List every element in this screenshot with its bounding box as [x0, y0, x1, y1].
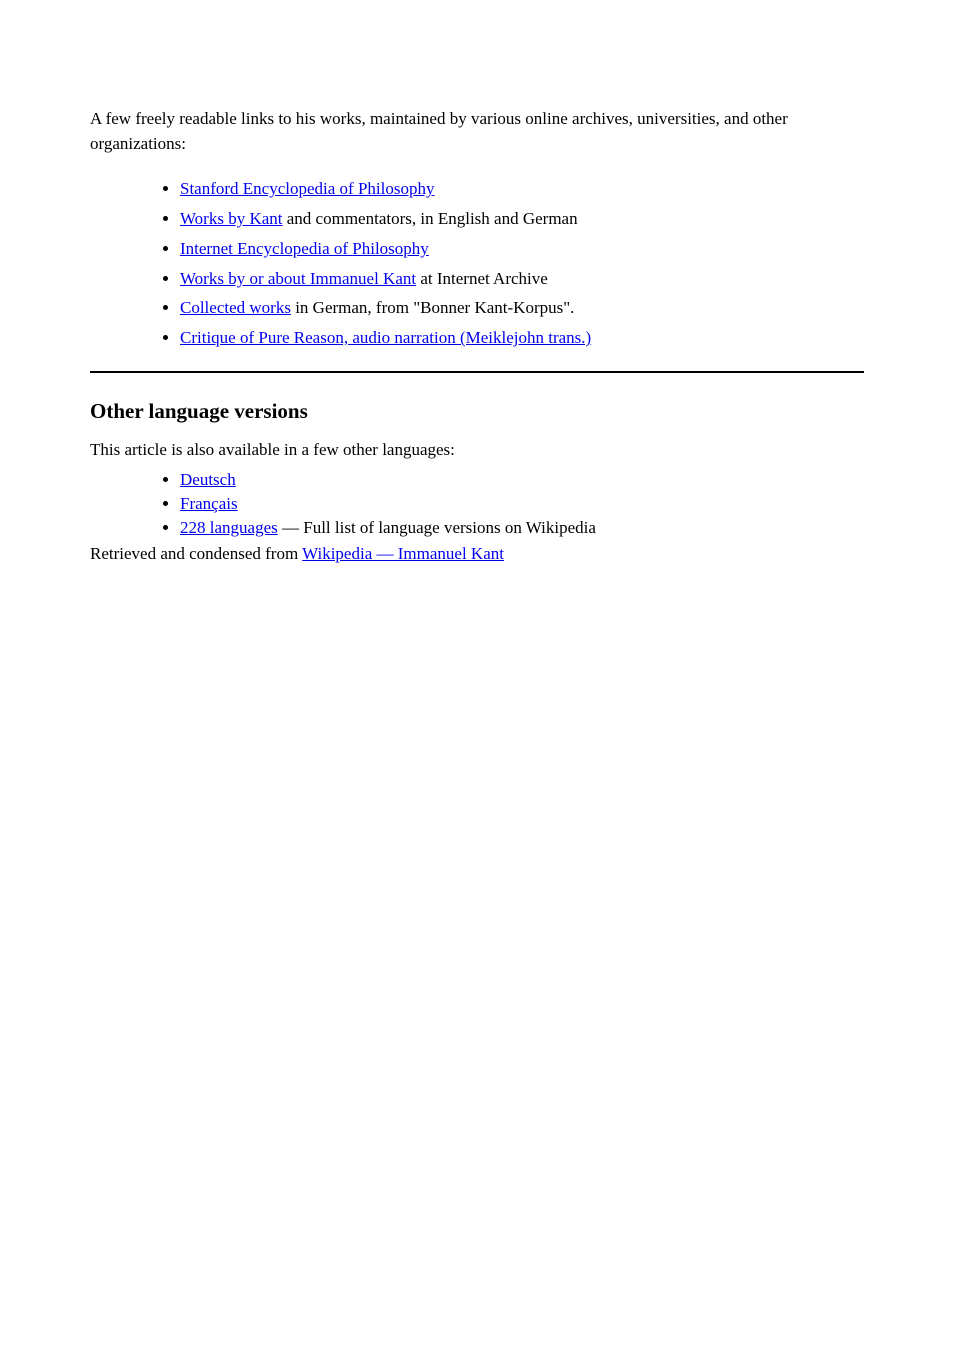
profile-link-archive[interactable]: Works by or about Immanuel Kant: [180, 269, 416, 288]
profile-link-collected-works[interactable]: Collected works: [180, 298, 291, 317]
list-item: 228 languages — Full list of language ve…: [180, 516, 864, 540]
list-item: Internet Encyclopedia of Philosophy: [180, 234, 864, 264]
language-link-de[interactable]: Deutsch: [180, 470, 236, 489]
section-divider: [90, 371, 864, 373]
list-item: Collected works in German, from "Bonner …: [180, 293, 864, 323]
section-heading-languages: Other language versions: [90, 399, 864, 424]
list-item: Works by Kant and commentators, in Engli…: [180, 204, 864, 234]
list-item: Stanford Encyclopedia of Philosophy: [180, 174, 864, 204]
retrieved-source-link[interactable]: Wikipedia — Immanuel Kant: [302, 544, 504, 563]
link-trail: in German, from "Bonner Kant-Korpus".: [291, 298, 574, 317]
list-item: Deutsch: [180, 468, 864, 492]
intro-paragraph: A few freely readable links to his works…: [90, 107, 864, 156]
retrieved-line: Retrieved and condensed from Wikipedia —…: [90, 544, 864, 564]
profile-link-iep[interactable]: Internet Encyclopedia of Philosophy: [180, 239, 429, 258]
profile-link-works-kant[interactable]: Works by Kant: [180, 209, 283, 228]
list-item: Critique of Pure Reason, audio narration…: [180, 323, 864, 353]
link-trail: at Internet Archive: [416, 269, 548, 288]
profile-link-stanford[interactable]: Stanford Encyclopedia of Philosophy: [180, 179, 435, 198]
language-link-fr[interactable]: Français: [180, 494, 238, 513]
list-item: Works by or about Immanuel Kant at Inter…: [180, 264, 864, 294]
languages-intro: This article is also available in a few …: [90, 440, 864, 460]
retrieved-prefix: Retrieved and condensed from: [90, 544, 302, 563]
language-link-all[interactable]: 228 languages: [180, 518, 278, 537]
list-item: Français: [180, 492, 864, 516]
profile-link-critique-audio[interactable]: Critique of Pure Reason, audio narration…: [180, 328, 591, 347]
link-trail: — Full list of language versions on Wiki…: [278, 518, 596, 537]
languages-list: Deutsch Français 228 languages — Full li…: [90, 468, 864, 540]
link-trail: and commentators, in English and German: [283, 209, 578, 228]
profile-links-list: Stanford Encyclopedia of Philosophy Work…: [90, 174, 864, 353]
